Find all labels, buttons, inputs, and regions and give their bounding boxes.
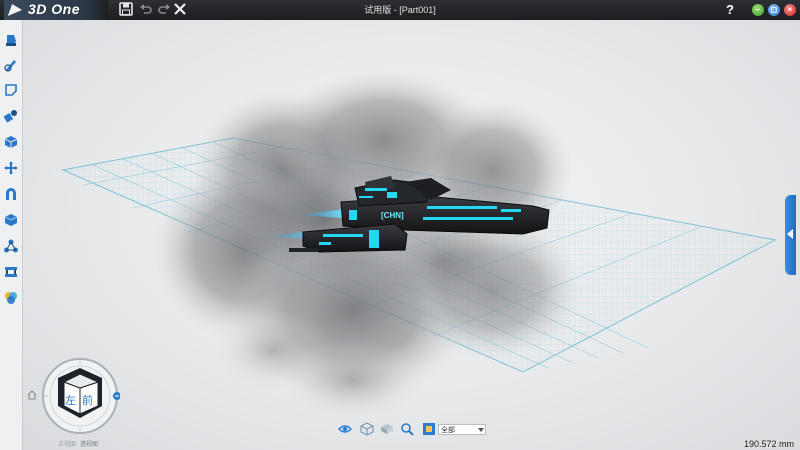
material-render-icon [5,292,17,304]
restore-icon: ◻ [770,5,778,14]
view-mode-icon [381,424,393,434]
3d-viewport[interactable]: [CHN] [23,20,800,450]
combine-icon [6,188,16,200]
exit-button[interactable] [172,2,188,18]
side-panel-toggle[interactable] [785,195,796,275]
chevron-down-icon [478,428,484,432]
sketch-icon [4,60,16,72]
logo-paper-plane-icon [7,4,25,16]
special-function-icon [4,136,18,148]
show-hide-button[interactable] [338,422,352,436]
view-cube-graphic: 左 前 [42,358,121,434]
scene-canvas: [CHN] [61,70,777,420]
tool-basic-edit[interactable] [3,160,19,176]
tool-distance-measure[interactable] [3,212,19,228]
tool-auto-snap[interactable] [3,264,19,280]
tool-combine[interactable] [3,186,19,202]
render-mode-button[interactable] [360,422,374,436]
redo-button[interactable] [156,2,172,18]
basic-edit-icon [4,161,18,175]
minimize-button[interactable]: – [752,4,764,16]
filter-icon [423,423,435,435]
view-zoom-icon [401,423,414,436]
tool-sketch-edit[interactable] [3,82,19,98]
window-close-icon: × [787,5,793,14]
app-logo[interactable]: 3D One [4,0,108,20]
logo-text: 3D One [28,1,81,17]
filter-select[interactable]: 全部 [438,424,486,435]
restore-button[interactable]: ◻ [768,4,780,16]
tool-basic-solid[interactable] [3,32,19,48]
undo-icon [140,4,152,14]
view-cube-label-ortho[interactable]: 正视图 [58,439,76,448]
window-close-button[interactable]: × [784,4,796,16]
show-hide-icon [338,425,352,433]
help-button[interactable]: ? [724,2,736,18]
save-icon [119,2,133,16]
view-cube-front-face[interactable]: 前 [82,393,93,407]
tool-feature[interactable] [3,108,19,124]
filter-select-value: 全部 [441,427,455,434]
tool-assembly[interactable] [3,238,19,254]
close-icon [174,3,186,15]
undo-button[interactable] [138,2,154,18]
tool-special-function[interactable] [3,134,19,150]
view-cube-label-perspective[interactable]: 透视图 [80,439,98,448]
view-cube-left-face[interactable]: 左 [65,394,76,407]
status-distance-readout: 190.572 mm [743,439,794,449]
view-cube[interactable]: 左 前 [40,356,121,436]
sketch-edit-icon [5,84,17,96]
redo-icon [158,4,170,14]
left-command-toolbar [0,20,23,450]
assembly-icon [4,239,18,253]
filter-button[interactable] [422,422,436,436]
auto-snap-icon [5,267,17,277]
render-mode-icon [360,422,374,436]
title-bar: 3D One 试用版 - [Part001] ? – ◻ × [0,0,800,20]
hull-label: [CHN] [381,211,404,220]
tool-material-render[interactable] [3,290,19,306]
view-zoom-button[interactable] [400,422,414,436]
panel-arrow-icon [787,229,793,239]
home-view-icon[interactable] [27,390,37,400]
distance-measure-icon [4,214,18,226]
tool-sketch[interactable] [3,57,19,73]
save-button[interactable] [118,2,134,18]
basic-solid-icon [6,35,16,46]
minimize-icon: – [755,5,761,14]
feature-icon [3,110,17,123]
view-mode-button[interactable] [380,422,394,436]
